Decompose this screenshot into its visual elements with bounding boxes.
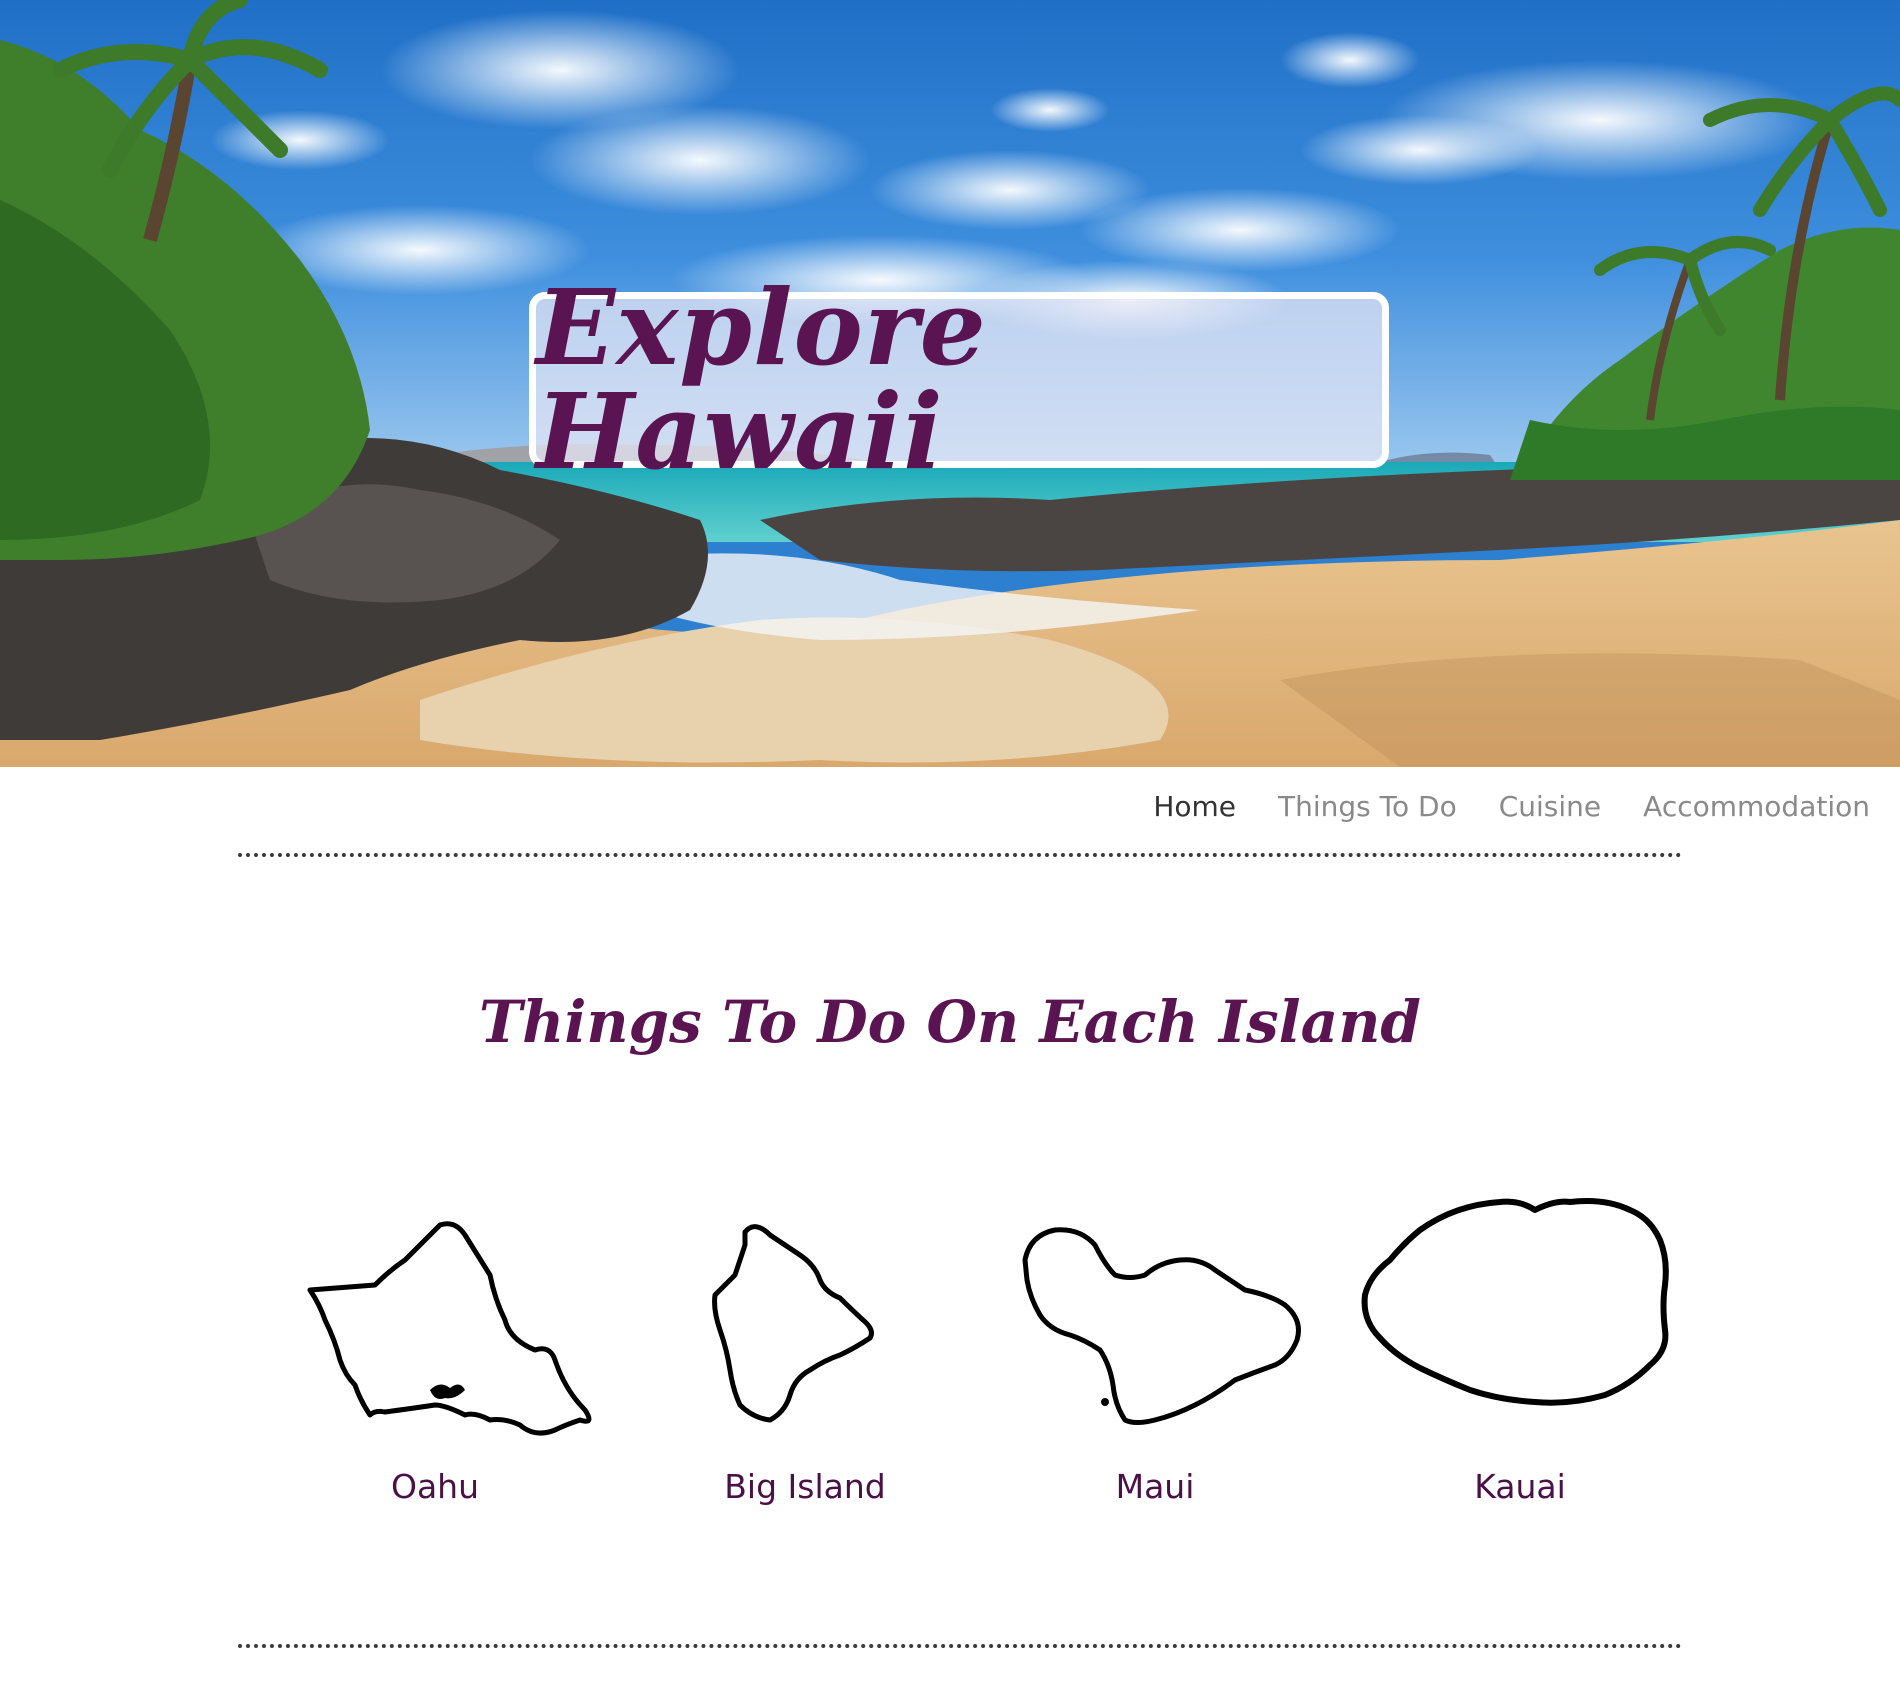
island-label-oahu[interactable]: Oahu xyxy=(265,1467,605,1506)
island-card-oahu[interactable]: Oahu xyxy=(265,1180,605,1510)
main-nav: Home Things To Do Cuisine Accommodation xyxy=(1153,790,1870,823)
maui-outline-icon xyxy=(1022,1227,1301,1425)
hero-title: Explore Hawaii xyxy=(536,266,987,493)
section-title: Things To Do On Each Island xyxy=(479,988,1421,1056)
top-dotted-divider xyxy=(238,853,1682,857)
island-label-big-island[interactable]: Big Island xyxy=(635,1467,975,1506)
hero-title-box: Explore Hawaii xyxy=(529,276,1389,484)
nav-accommodation[interactable]: Accommodation xyxy=(1643,790,1870,823)
big-island-outline-icon xyxy=(712,1224,874,1423)
bottom-dotted-divider xyxy=(238,1644,1682,1648)
nav-cuisine[interactable]: Cuisine xyxy=(1499,790,1601,823)
island-label-kauai[interactable]: Kauai xyxy=(1350,1467,1690,1506)
oahu-outline-icon xyxy=(307,1221,592,1436)
island-card-big-island[interactable]: Big Island xyxy=(635,1180,975,1510)
kauai-outline-icon xyxy=(1361,1198,1669,1406)
island-card-kauai[interactable]: Kauai xyxy=(1350,1180,1690,1510)
hero-banner: Explore Hawaii xyxy=(0,0,1900,767)
island-label-maui[interactable]: Maui xyxy=(985,1467,1325,1506)
island-card-maui[interactable]: Maui xyxy=(985,1180,1325,1510)
nav-things-to-do[interactable]: Things To Do xyxy=(1278,790,1457,823)
nav-home[interactable]: Home xyxy=(1153,790,1236,823)
